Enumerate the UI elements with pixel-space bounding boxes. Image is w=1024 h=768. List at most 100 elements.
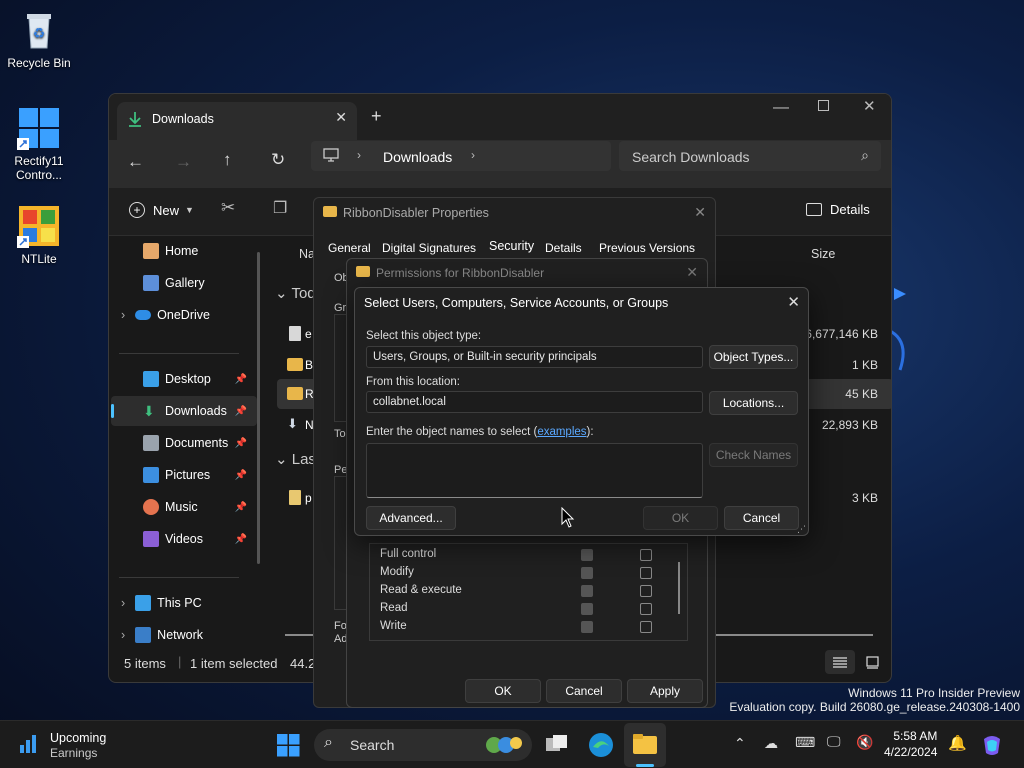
nav-music[interactable]: Music 📌 [143,492,247,522]
tiles-view-icon [866,656,879,669]
clock-date: 4/22/2024 [884,745,938,759]
search-box[interactable]: Search Downloads ⌕ [619,141,881,171]
pin-icon[interactable]: 📌 [235,502,247,513]
close-window-icon[interactable]: ✕ [863,97,876,115]
breadcrumb[interactable]: Downloads [383,149,452,165]
nav-onedrive[interactable]: › OneDrive [121,300,271,330]
nav-downloads[interactable]: ⬇ Downloads 📌 [143,396,247,426]
keyboard-icon[interactable]: ⌨ [795,734,815,751]
file-size: 45 KB [845,387,878,401]
details-view-button[interactable] [825,650,855,674]
deny-checkbox[interactable] [640,549,652,561]
nav-videos[interactable]: Videos 📌 [143,524,247,554]
nav-this-pc[interactable]: › This PC [121,588,271,618]
apply-button[interactable]: Apply [627,679,703,703]
tab-downloads[interactable]: Downloads ✕ [117,102,357,140]
copy-icon[interactable]: ❐ [273,198,287,218]
advanced-button[interactable]: Advanced... [366,506,456,530]
nav-desktop[interactable]: Desktop 📌 [143,364,247,394]
resize-grip-icon[interactable]: ⋰ [797,524,806,535]
tab-previous-versions[interactable]: Previous Versions [599,241,695,255]
group-header-last[interactable]: ⌄ Las [275,450,316,468]
file-size: 6,677,146 KB [805,327,878,341]
deny-checkbox[interactable] [640,603,652,615]
status-item-count: 5 items [124,656,166,671]
start-icon[interactable] [277,734,300,757]
maximize-icon[interactable] [818,100,829,111]
pin-icon[interactable]: 📌 [235,470,247,481]
object-types-button[interactable]: Object Types... [709,345,798,369]
new-button[interactable]: + New ▼ [129,202,194,218]
chevron-up-icon[interactable]: ⌃ [734,735,746,752]
search-icon: ⌕ [861,147,869,163]
address-bar[interactable]: › Downloads › [311,141,611,171]
minimize-icon[interactable]: — [773,99,789,117]
pin-icon[interactable]: 📌 [235,438,247,449]
ok-button[interactable]: OK [643,506,718,530]
close-icon[interactable]: ✕ [787,293,800,311]
back-icon[interactable]: ← [127,152,144,172]
examples-link[interactable]: examples [537,426,586,438]
desktop-icon-rectify11[interactable]: Rectify11 Contro... [1,106,77,182]
forward-icon[interactable]: → [175,152,192,172]
copilot-button[interactable] [980,733,1004,757]
tab-digital-signatures[interactable]: Digital Signatures [382,241,476,255]
task-view-icon [546,735,567,751]
close-icon[interactable]: ✕ [694,204,706,221]
deny-checkbox[interactable] [640,621,652,633]
ok-button[interactable]: OK [465,679,541,703]
file-explorer-taskbar-button[interactable] [624,723,666,767]
perm-scrollbar[interactable] [678,562,680,614]
cut-icon[interactable]: ✂ [221,198,235,218]
column-header-size[interactable]: Size [811,247,835,261]
deny-checkbox[interactable] [640,567,652,579]
up-icon[interactable]: ↑ [223,150,232,170]
pin-icon[interactable]: 📌 [235,534,247,545]
nav-pictures[interactable]: Pictures 📌 [143,460,247,490]
task-view-button[interactable] [544,733,570,755]
cloud-sync-icon[interactable]: ☁ [764,735,778,752]
tiles-view-button[interactable] [859,650,885,674]
nav-documents[interactable]: Documents 📌 [143,428,247,458]
details-pane-icon [806,203,822,216]
plus-icon: + [129,202,145,218]
chevron-right-icon[interactable]: › [471,148,475,162]
new-tab-icon[interactable]: + [371,106,382,127]
allow-checkbox [581,567,593,579]
perm-row: Read & execute [380,584,462,596]
group-header-today[interactable]: ⌄ Tod [275,284,316,302]
network-icon[interactable]: 🖵 [827,733,841,750]
nav-scrollbar[interactable] [257,252,260,564]
file-icon [289,326,301,341]
check-names-button[interactable]: Check Names [709,443,798,467]
widgets-button[interactable]: Upcoming Earnings [18,731,106,761]
edge-button[interactable] [588,732,614,761]
stock-chart-icon [20,735,36,753]
watermark-line: Windows 11 Pro Insider Preview [848,686,1020,700]
gallery-icon [143,275,159,291]
object-names-input[interactable] [366,443,703,498]
desktop-icon-ntlite[interactable]: NTLite [1,204,77,266]
taskbar-search[interactable]: ⌕ Search [314,729,532,761]
tab-title: Downloads [152,112,214,126]
location-label: From this location: [366,376,460,388]
locations-button[interactable]: Locations... [709,391,798,415]
taskbar: Upcoming Earnings ⌕ Search ⌃ ☁ ⌨ 🖵 🔇 5:5… [0,720,1024,768]
volume-muted-icon[interactable]: 🔇 [856,734,873,751]
pin-icon[interactable]: 📌 [235,374,247,385]
desktop-icon-recycle-bin[interactable]: ♻ Recycle Bin [1,8,77,70]
clock[interactable]: 5:58 AM 4/22/2024 [884,728,937,760]
tab-general[interactable]: General [328,241,371,255]
videos-icon [143,531,159,547]
notification-bell-icon[interactable]: 🔔 [948,734,967,752]
cancel-button[interactable]: Cancel [546,679,622,703]
cancel-button[interactable]: Cancel [724,506,799,530]
close-icon[interactable]: ✕ [686,264,698,281]
tab-security[interactable]: Security [489,239,534,253]
close-tab-icon[interactable]: ✕ [335,109,347,126]
pin-icon[interactable]: 📌 [235,406,247,417]
details-pane-button[interactable]: Details [806,202,870,217]
refresh-icon[interactable]: ↻ [271,150,285,170]
tab-details[interactable]: Details [545,241,582,255]
deny-checkbox[interactable] [640,585,652,597]
